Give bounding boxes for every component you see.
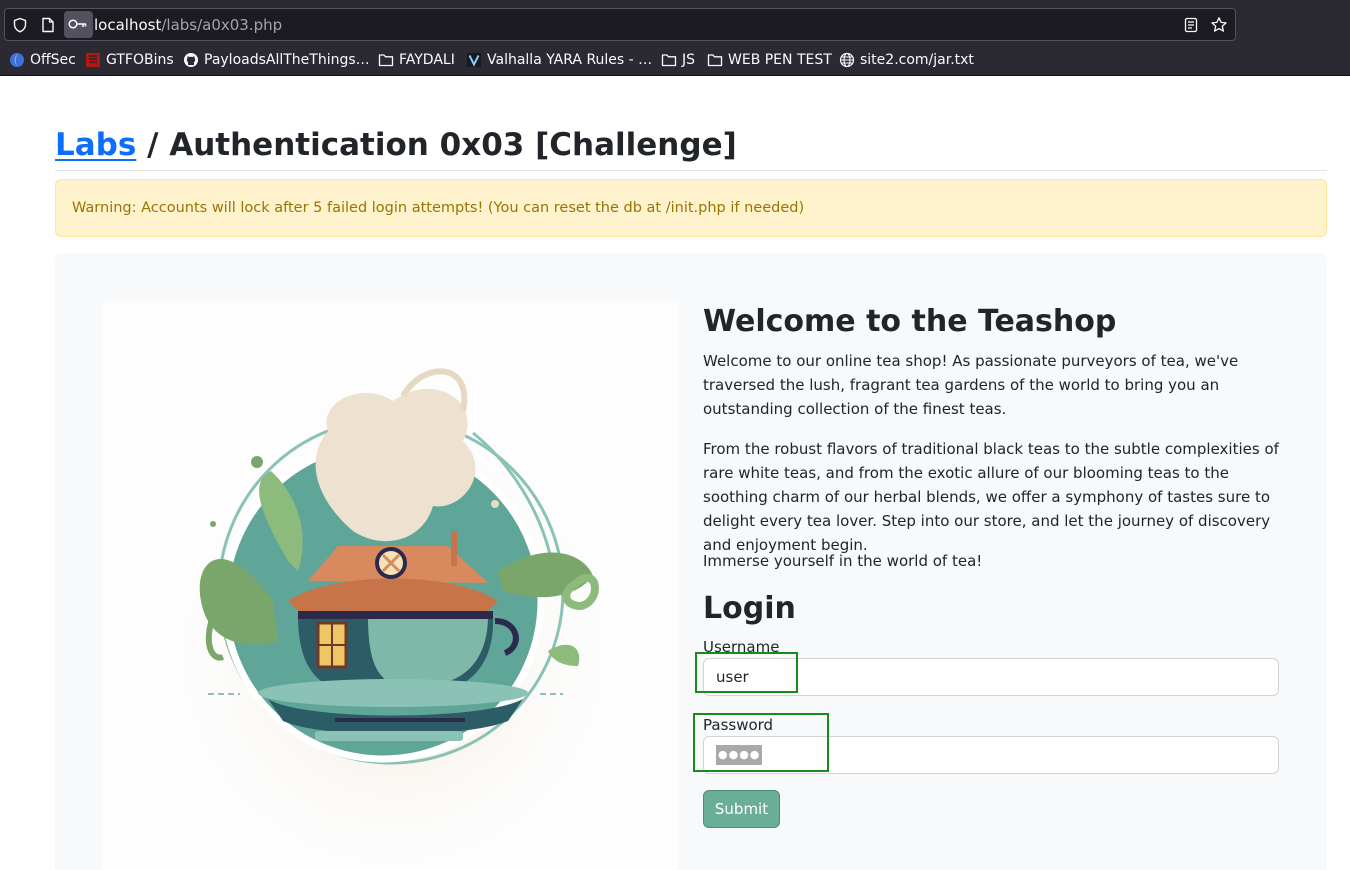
url-text[interactable]: localhost/labs/a0x03.php <box>94 15 282 35</box>
valhalla-icon <box>466 52 482 68</box>
bookmark-site2-jar[interactable]: site2.com/jar.txt <box>839 47 974 73</box>
submit-button[interactable]: Submit <box>703 790 780 828</box>
folder-icon <box>707 52 723 68</box>
page-title: Labs / Authentication 0x03 [Challenge] <box>55 123 737 167</box>
welcome-heading: Welcome to the Teashop <box>703 304 1117 339</box>
bookmark-folder-web-pen-test[interactable]: WEB PEN TEST <box>707 47 832 73</box>
bookmark-offsec[interactable]: OffSec <box>9 47 76 73</box>
gtfobins-icon <box>85 52 101 68</box>
url-path: /labs/a0x03.php <box>161 16 283 34</box>
bookmark-label: FAYDALI <box>399 52 455 68</box>
bookmark-folder-faydali[interactable]: FAYDALI <box>378 47 455 73</box>
tagline-paragraph: Immerse yourself in the world of tea! <box>703 552 983 570</box>
browser-toolbar: localhost/labs/a0x03.php OffSec GTFOBins… <box>0 0 1350 76</box>
bookmark-valhalla[interactable]: Valhalla YARA Rules - … <box>466 47 652 73</box>
key-icon <box>68 14 88 34</box>
bookmark-label: PayloadsAllTheThings… <box>204 52 370 68</box>
bookmark-label: site2.com/jar.txt <box>860 52 974 68</box>
bookmarks-bar: OffSec GTFOBins PayloadsAllTheThings… FA… <box>0 47 1350 73</box>
login-heading: Login <box>703 591 796 626</box>
reader-view-icon[interactable] <box>1181 15 1201 35</box>
github-icon <box>183 52 199 68</box>
bookmark-star-icon[interactable] <box>1209 15 1229 35</box>
title-divider <box>55 170 1327 171</box>
folder-icon <box>378 52 394 68</box>
teashop-image <box>103 301 678 870</box>
page-icon[interactable] <box>38 15 58 35</box>
bookmark-payloadsallthethings[interactable]: PayloadsAllTheThings… <box>183 47 370 73</box>
description-paragraph: From the robust flavors of traditional b… <box>703 440 1279 554</box>
username-highlight-box <box>695 652 798 693</box>
bookmark-label: Valhalla YARA Rules - … <box>487 52 653 68</box>
shield-icon[interactable] <box>10 15 30 35</box>
password-highlight-box <box>693 713 829 772</box>
page-title-text: / Authentication 0x03 [Challenge] <box>136 127 737 163</box>
bookmark-label: WEB PEN TEST <box>728 52 832 68</box>
warning-alert: Warning: Accounts will lock after 5 fail… <box>55 179 1327 237</box>
folder-icon <box>661 52 677 68</box>
url-host: localhost <box>94 16 162 34</box>
teacup-house-illustration <box>163 368 623 861</box>
labs-breadcrumb-link[interactable]: Labs <box>55 127 136 163</box>
globe-icon <box>839 52 855 68</box>
bookmark-folder-js[interactable]: JS <box>661 47 695 73</box>
offsec-icon <box>9 52 25 68</box>
bookmark-gtfobins[interactable]: GTFOBins <box>85 47 174 73</box>
bookmark-label: JS <box>682 52 696 68</box>
saved-logins-button[interactable] <box>64 11 93 38</box>
bookmark-label: OffSec <box>30 52 76 68</box>
bookmark-label: GTFOBins <box>106 52 174 68</box>
intro-paragraph: Welcome to our online tea shop! As passi… <box>703 352 1239 418</box>
address-bar[interactable]: localhost/labs/a0x03.php <box>4 8 1236 41</box>
